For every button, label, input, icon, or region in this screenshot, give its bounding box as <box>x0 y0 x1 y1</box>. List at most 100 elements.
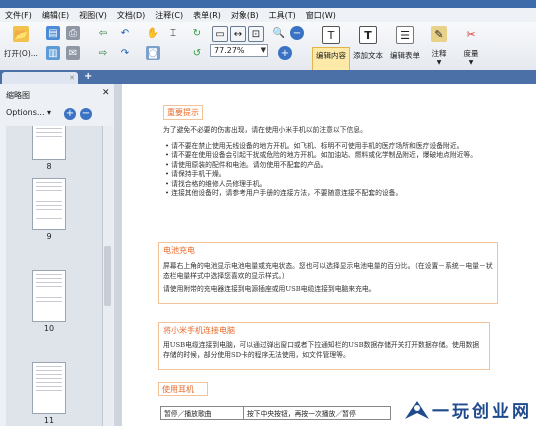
thumbnail-page-11[interactable] <box>32 362 66 414</box>
zoom-out-thumbs-button[interactable]: − <box>80 108 92 120</box>
zoom-search-icon[interactable]: 🔍 <box>272 26 286 40</box>
thumbnail-label: 8 <box>46 162 52 171</box>
thumbnail-label: 9 <box>46 232 52 241</box>
email-icon[interactable]: ✉ <box>66 46 80 60</box>
thumbnail-label: 11 <box>43 416 55 425</box>
menu-form[interactable]: 表单(R) <box>188 10 226 21</box>
section-title: 电池充电 <box>163 246 195 255</box>
section-title: 将小米手机连接电脑 <box>163 326 235 335</box>
panel-splitter[interactable] <box>114 84 122 426</box>
annotate-button[interactable]: ✎ 注释 ▼ <box>428 26 450 66</box>
thumbnail-label: 10 <box>43 324 55 333</box>
watermark-logo-icon <box>405 400 429 419</box>
annotate-label: 注释 <box>431 49 447 58</box>
menu-edit[interactable]: 编辑(E) <box>37 10 74 21</box>
menu-file[interactable]: 文件(F) <box>0 10 37 21</box>
add-tab-button[interactable]: + <box>84 71 92 82</box>
measure-button[interactable]: ✂ 度量 ▼ <box>460 26 482 67</box>
section-using-headphones: 使用耳机 <box>158 382 208 396</box>
thumbnail-page-9[interactable] <box>32 178 66 230</box>
fit-width-icon[interactable]: ↔ <box>230 26 246 42</box>
zoom-out-icon[interactable]: − <box>290 26 304 40</box>
add-text-icon: T <box>359 26 377 44</box>
toolbar: 📂 打开(O)... ▤ ▥ ⎙ ✉ ⇦ ⇨ ↶ ↷ ✋ ◙ ⌶ ↻ ↺ ▭ ↔… <box>0 22 536 89</box>
paragraph: 屏幕右上角的电池显示电池电量或充电状态。您也可以选择显示电池电量的百分比。（在设… <box>163 262 493 280</box>
table-row: 暂停／播放歌曲 按下中央按钮，再按一次播放／暂停 <box>160 406 391 420</box>
zoom-in-thumbs-button[interactable]: + <box>64 108 76 120</box>
paragraph: 请使用附带的充电器连接到电源插座或用USB电缆连接到电脑来充电。 <box>163 285 376 293</box>
hand-tool-icon[interactable]: ✋ <box>146 26 160 40</box>
tab-bar: ✕ + <box>0 70 536 84</box>
paragraph: 用USB电缆连接到电脑，可以通过弹出窗口或者下拉通知栏的USB数据存储开关打开数… <box>163 341 480 359</box>
menu-bar: 文件(F) 编辑(E) 视图(V) 文档(D) 注释(C) 表单(R) 对象(B… <box>0 8 536 22</box>
rotate-icon[interactable]: ↻ <box>190 26 204 40</box>
back-icon[interactable]: ⇦ <box>96 26 110 40</box>
list-item: • 请使用原装的配件和电池。请勿使用不配套的产品。 <box>165 160 328 169</box>
tab-close-icon[interactable]: ✕ <box>69 72 75 84</box>
section-important-notice: 重要提示 为了避免不必要的伤害出现，请在使用小米手机以前注意以下信息。 • 请不… <box>158 102 498 228</box>
zoom-value: 77.27% <box>214 46 245 55</box>
annotate-icon: ✎ <box>431 26 447 42</box>
tab-document[interactable]: ✕ <box>2 72 78 84</box>
measure-label: 度量 <box>463 49 479 58</box>
zoom-in-icon[interactable]: + <box>278 46 292 60</box>
section-title: 使用耳机 <box>162 385 194 394</box>
options-label: Options... <box>6 108 45 117</box>
table-cell: 暂停／播放歌曲 <box>160 406 244 420</box>
open-button[interactable]: 📂 打开(O)... <box>4 26 38 59</box>
thumbnail-list: 8 9 10 11 <box>6 126 102 426</box>
thumbnail-panel: 缩略图 ✕ Options... ▾ + − 8 9 10 11 <box>0 84 115 426</box>
add-text-button[interactable]: T 添加文本 <box>352 26 384 61</box>
watermark: 一玩创业网 <box>402 397 532 422</box>
zoom-input[interactable]: 77.27% ▼ <box>210 44 268 57</box>
undo-icon[interactable]: ↶ <box>118 26 132 40</box>
list-item: • 请不要在使用设备会引起干扰或危险的地方开机。如加油站、燃料或化学制品附近，爆… <box>165 151 478 159</box>
watermark-text: 一玩创业网 <box>432 402 532 422</box>
select-text-icon[interactable]: ⌶ <box>166 26 180 40</box>
panel-title: 缩略图 <box>6 91 30 100</box>
table-cell: 按下中央按钮，再按一次播放／暂停 <box>243 406 391 420</box>
actual-size-icon[interactable]: ⊡ <box>248 26 264 42</box>
section-title: 重要提示 <box>163 105 203 120</box>
list-item: • 连接其他设备时，请参考用户手册的连接方法，不要随意连接不配套的设备。 <box>165 189 403 197</box>
measure-dropdown-icon[interactable]: ▼ <box>469 59 474 66</box>
zoom-dropdown-icon[interactable]: ▼ <box>261 45 266 56</box>
thumbnail-page-10[interactable] <box>32 270 66 322</box>
fit-page-icon[interactable]: ▭ <box>212 26 228 42</box>
edit-content-label: 编辑内容 <box>316 51 346 60</box>
edit-content-icon: T <box>322 26 340 44</box>
edit-form-icon: ☰ <box>396 26 414 44</box>
options-button[interactable]: Options... ▾ <box>6 108 51 117</box>
redo-icon[interactable]: ↷ <box>118 46 132 60</box>
edit-content-button[interactable]: T 编辑内容 <box>314 26 348 61</box>
menu-comment[interactable]: 注释(C) <box>150 10 188 21</box>
measure-icon: ✂ <box>466 27 476 41</box>
menu-window[interactable]: 窗口(W) <box>301 10 341 21</box>
folder-icon: 📂 <box>12 26 29 42</box>
close-icon[interactable]: ✕ <box>102 88 110 98</box>
thumbnail-scrollbar[interactable] <box>102 126 113 426</box>
annotate-dropdown-icon[interactable]: ▼ <box>437 59 442 66</box>
thumbnail-page-8[interactable] <box>32 126 66 160</box>
headphone-table: 暂停／播放歌曲 按下中央按钮，再按一次播放／暂停 <box>160 406 391 420</box>
list-item: • 请找合格的维修人员修理手机。 <box>165 179 267 188</box>
paragraph: 为了避免不必要的伤害出现，请在使用小米手机以前注意以下信息。 <box>163 126 367 134</box>
title-bar <box>0 0 536 8</box>
list-item: • 请不要在禁止使用无线设备的地方开机。如飞机、标明不可使用手机的医疗场所和医疗… <box>165 141 464 150</box>
scrollbar-thumb[interactable] <box>104 246 111 306</box>
menu-view[interactable]: 视图(V) <box>74 10 112 21</box>
section-connect-computer: 将小米手机连接电脑 用USB电缆连接到电脑，可以通过弹出窗口或者下拉通知栏的US… <box>158 322 490 370</box>
snapshot-icon[interactable]: ◙ <box>146 46 160 60</box>
menu-tools[interactable]: 工具(T) <box>264 10 301 21</box>
menu-document[interactable]: 文档(D) <box>112 10 150 21</box>
section-battery-charging: 电池充电 屏幕右上角的电池显示电池电量或充电状态。您也可以选择显示电池电量的百分… <box>158 242 498 304</box>
open-label: 打开(O)... <box>4 49 38 58</box>
forward-icon[interactable]: ⇨ <box>96 46 110 60</box>
rotate-back-icon[interactable]: ↺ <box>190 46 204 60</box>
edit-form-button[interactable]: ☰ 编辑表单 <box>388 26 422 61</box>
save-icon[interactable]: ▤ <box>46 26 60 40</box>
menu-object[interactable]: 对象(B) <box>226 10 264 21</box>
print-icon[interactable]: ⎙ <box>66 26 80 40</box>
save-as-icon[interactable]: ▥ <box>46 46 60 60</box>
document-page: 重要提示 为了避免不必要的伤害出现，请在使用小米手机以前注意以下信息。 • 请不… <box>122 84 536 426</box>
